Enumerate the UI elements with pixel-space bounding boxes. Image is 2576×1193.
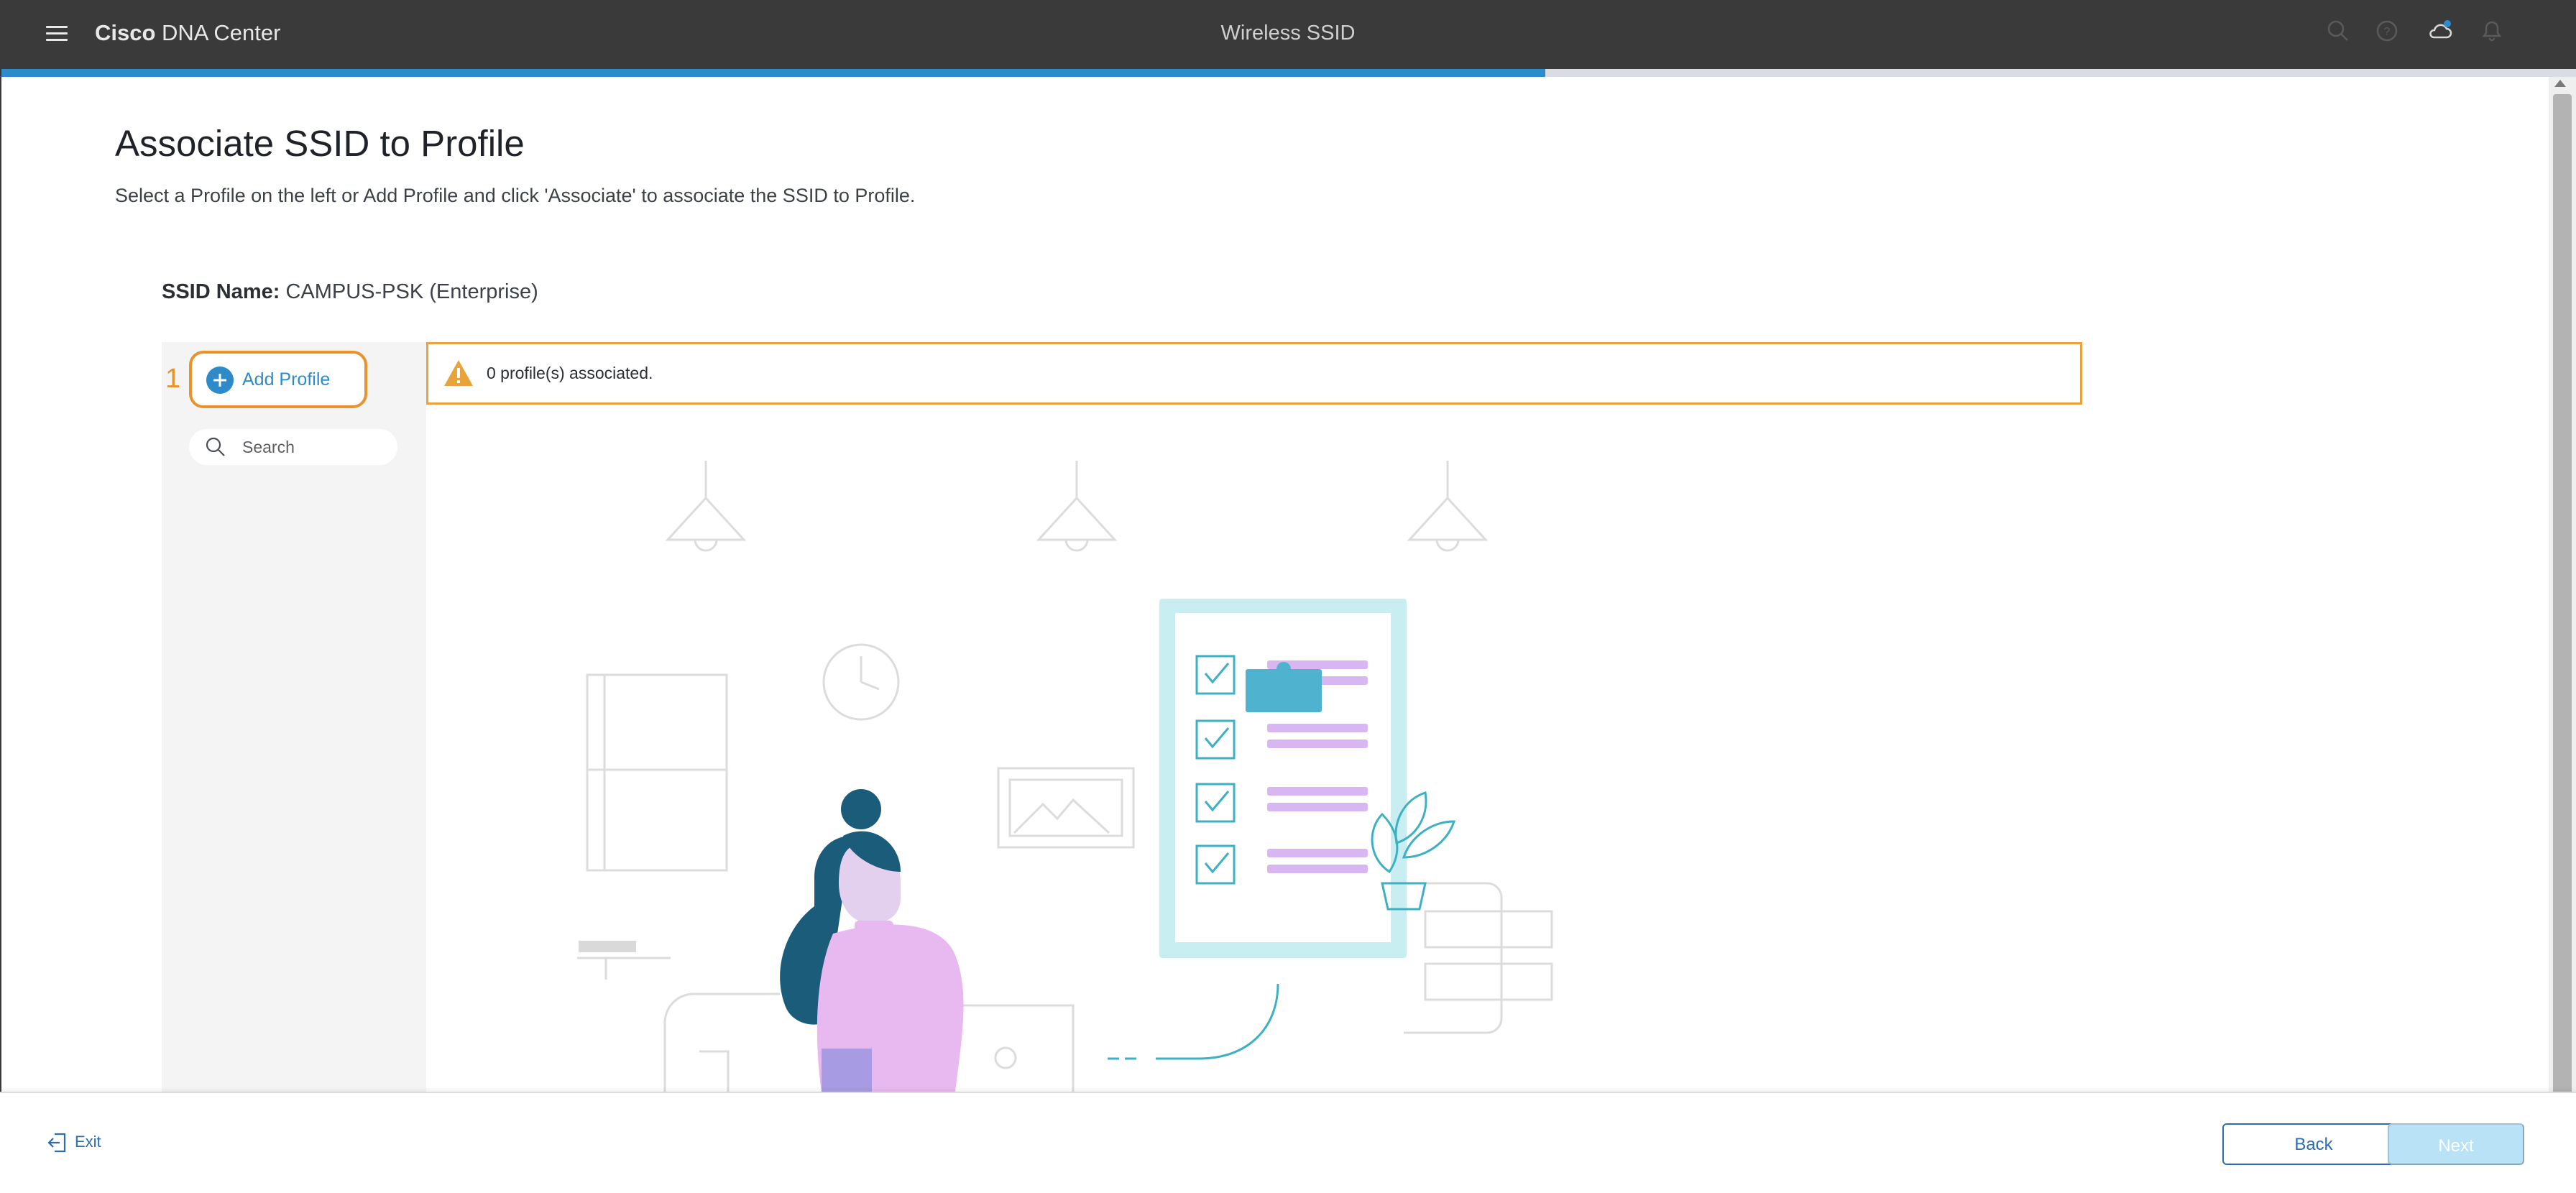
ssid-name-line: SSID Name: CAMPUS-PSK (Enterprise): [162, 278, 538, 305]
ssid-name-value: CAMPUS-PSK (Enterprise): [280, 280, 538, 303]
profile-search-input[interactable]: [242, 435, 386, 459]
step-number: 1: [165, 364, 181, 394]
search-icon[interactable]: [2326, 19, 2350, 43]
search-icon: [206, 437, 225, 456]
add-profile-button[interactable]: Add Profile: [189, 351, 367, 408]
back-button[interactable]: Back: [2222, 1123, 2405, 1165]
alert-message: 0 profile(s) associated.: [487, 364, 653, 382]
bell-icon[interactable]: [2480, 19, 2504, 43]
top-navigation-bar: Cisco DNA Center Wireless SSID ?: [0, 0, 2576, 69]
window-left-edge: [0, 69, 1, 1192]
wizard-progress-bar: [0, 69, 2576, 77]
svg-text:?: ?: [2384, 26, 2391, 38]
vertical-scrollbar[interactable]: [2549, 77, 2576, 1115]
warning-icon: [444, 360, 473, 386]
cloud-notification-icon[interactable]: [2428, 19, 2452, 43]
exit-label: Exit: [75, 1133, 101, 1151]
plus-circle-icon: [206, 367, 234, 394]
empty-state-illustration: [577, 461, 1553, 1092]
ssid-name-label: SSID Name:: [162, 280, 280, 303]
page-description: Select a Profile on the left or Add Prof…: [115, 185, 916, 206]
association-alert: 0 profile(s) associated.: [426, 342, 2082, 405]
add-profile-label: Add Profile: [242, 369, 331, 390]
exit-icon: [47, 1133, 66, 1153]
wizard-footer: Exit Back Next: [0, 1092, 2576, 1193]
page-title: Associate SSID to Profile: [115, 123, 525, 164]
scrollbar-thumb[interactable]: [2553, 94, 2572, 1115]
scroll-up-arrow-icon[interactable]: [2554, 80, 2566, 87]
profile-search[interactable]: [189, 429, 397, 465]
next-button[interactable]: Next: [2388, 1123, 2524, 1165]
help-icon[interactable]: ?: [2375, 19, 2399, 43]
page-header-title: Wireless SSID: [1220, 22, 1356, 45]
wizard-progress-fill: [0, 69, 1546, 77]
